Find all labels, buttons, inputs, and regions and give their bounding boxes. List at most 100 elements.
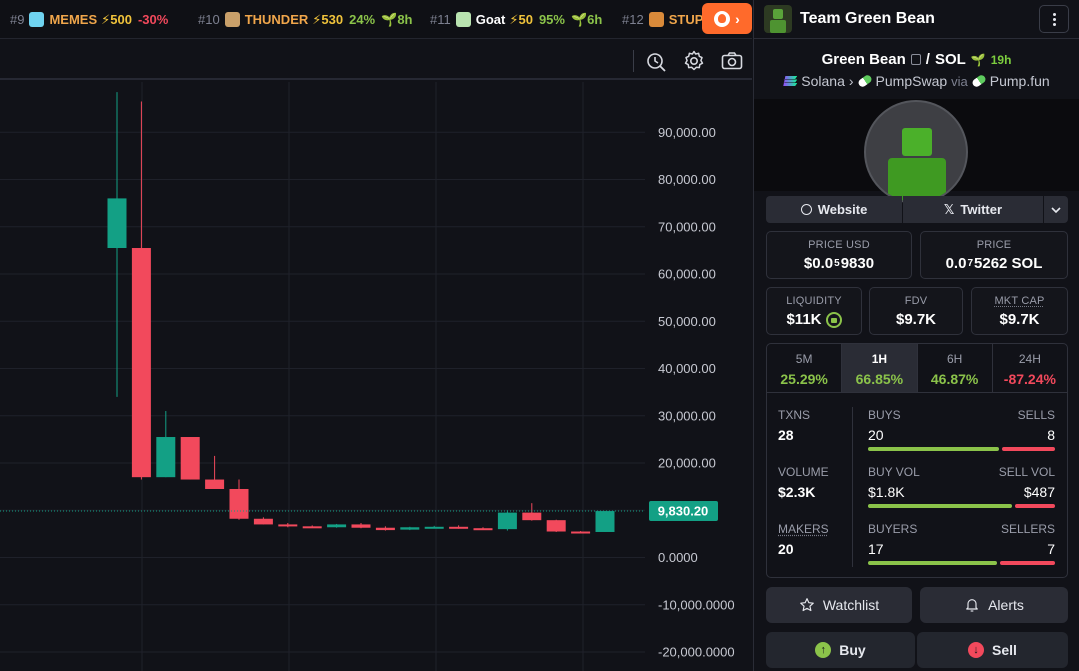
token-banner (754, 99, 1079, 204)
tab-change: 46.87% (930, 371, 979, 387)
bell-icon (966, 599, 978, 612)
chevron-right-icon: › (848, 73, 854, 89)
copy-icon[interactable] (910, 54, 921, 65)
more-options-button[interactable] (1039, 5, 1069, 33)
buys-label: BUYS (868, 408, 901, 422)
makers-stat: MAKERS 20 (778, 522, 829, 557)
tab-change: -87.24% (1003, 371, 1056, 387)
thunder-logo-icon (224, 12, 240, 27)
candle-body (595, 511, 615, 532)
price-chart[interactable]: 90,000.00 80,000.00 70,000.00 60,000.00 50,0… (0, 82, 752, 671)
price-tick-label: 30,000.00 (658, 408, 716, 423)
watchlist-button[interactable]: Watchlist (766, 587, 912, 623)
chevron-down-icon (1051, 206, 1061, 213)
ticker-age: 8h (397, 12, 413, 27)
chain-name[interactable]: Solana (801, 73, 845, 89)
ticker-change: 95% (538, 12, 565, 27)
ticker-item-memes[interactable]: #9 MEMES ⚡500 -30% (10, 0, 174, 38)
sell-vol-value: $487 (1023, 484, 1055, 500)
price-sol-zeros: 7 (967, 258, 974, 269)
lock-icon[interactable] (825, 311, 842, 328)
dex-name[interactable]: PumpSwap (876, 73, 948, 89)
trending-ticker: #9 MEMES ⚡500 -30% #10 THUNDER ⚡530 24% … (0, 0, 752, 39)
dot-icon (1052, 17, 1056, 21)
candle-body (156, 437, 176, 478)
sell-bar (1000, 561, 1055, 565)
sell-bar (1015, 504, 1055, 508)
dot-icon (1052, 12, 1056, 16)
sprout-icon: 🌱 (381, 11, 398, 27)
price-tick-label: 60,000.00 (658, 267, 716, 282)
sprout-icon: 🌱 (970, 52, 986, 67)
ticker-item-goat[interactable]: #11 Goat ⚡50 95% 🌱 6h (430, 0, 602, 38)
volume-bar (868, 504, 1055, 508)
ticker-name: MEMES (49, 12, 98, 27)
candle-body (180, 437, 200, 480)
candle-body (546, 520, 566, 532)
volume-label: VOLUME (778, 465, 829, 479)
pair-route: Solana › PumpSwap via Pump.fun (754, 73, 1079, 89)
ticker-rank: #11 (430, 12, 451, 27)
toolbar-divider (633, 50, 634, 72)
hot-pairs-button[interactable]: › (702, 3, 752, 34)
buyers-sellers-stat: BUYERS SELLERS 17 7 (868, 522, 1055, 565)
candle-body (327, 524, 347, 528)
chevron-right-icon: › (735, 10, 740, 27)
price-tick-label: 80,000.00 (658, 172, 716, 187)
watchlist-label: Watchlist (822, 597, 880, 613)
ticker-item-stup[interactable]: #12 STUP (622, 0, 707, 38)
sells-value: 8 (1047, 427, 1055, 443)
tab-6h[interactable]: 6H 46.87% (918, 344, 993, 392)
camera-icon[interactable] (720, 49, 744, 73)
sell-vol-label: SELL VOL (998, 465, 1055, 479)
price-usd-prefix: $0.0 (803, 255, 834, 272)
indicator-icon[interactable] (644, 49, 668, 73)
price-tick-label: 90,000.00 (658, 125, 716, 140)
price-axis: 90,000.00 80,000.00 70,000.00 60,000.00 50,0… (658, 125, 735, 660)
ticker-name: STUP (668, 12, 704, 27)
price-usd-digits: 9830 (840, 255, 875, 272)
avatar (764, 5, 792, 33)
candle-body (229, 488, 249, 519)
tab-change: 25.29% (780, 371, 828, 387)
buy-button[interactable]: ↑ Buy (766, 632, 915, 668)
candle-body (571, 531, 591, 534)
volume-stat: VOLUME $2.3K (778, 465, 829, 500)
ticker-name: THUNDER (244, 12, 309, 27)
buy-sell-volume-stat: BUY VOL SELL VOL $1.8K $487 (868, 465, 1055, 508)
price-usd-box: PRICE USD $0.0 5 9830 (766, 231, 912, 279)
star-icon (800, 598, 814, 612)
sell-button[interactable]: ↓ Sell (917, 632, 1068, 668)
twitter-label: Twitter (960, 202, 1003, 217)
candle-body (473, 528, 493, 531)
price-usd-value: $0.0 5 9830 (767, 255, 911, 272)
token-panel: Team Green Bean Green Bean / SOL 🌱 19h S… (753, 0, 1079, 671)
ticker-boost: ⚡500 (101, 11, 132, 27)
alerts-button[interactable]: Alerts (920, 587, 1068, 623)
tab-5m[interactable]: 5M 25.29% (767, 344, 843, 392)
tab-1h[interactable]: 1H 66.85% (842, 344, 918, 392)
price-tick-label: 70,000.00 (658, 219, 716, 234)
candle-body (131, 248, 151, 478)
ticker-change: 24% (349, 12, 376, 27)
launchpad-name[interactable]: Pump.fun (990, 73, 1050, 89)
candle-body (375, 527, 395, 531)
token-image (864, 100, 968, 204)
tab-24h[interactable]: 24H -87.24% (993, 344, 1067, 392)
price-tick-label: -20,000.0000 (658, 645, 735, 660)
ticker-item-thunder[interactable]: #10 THUNDER ⚡530 24% 🌱 8h (198, 0, 413, 38)
sellers-label: SELLERS (1000, 522, 1055, 536)
website-button[interactable]: Website (766, 196, 902, 223)
buy-bar (868, 561, 997, 565)
token-character-head (902, 128, 932, 156)
gear-icon[interactable] (682, 49, 706, 73)
more-links-button[interactable] (1044, 196, 1068, 223)
candle-body (253, 518, 273, 525)
buy-vol-value: $1.8K (868, 484, 905, 500)
pair-age: 19h (990, 52, 1012, 67)
twitter-button[interactable]: 𝕏 Twitter (903, 196, 1043, 223)
mkt-cap-value: $9.7K (999, 311, 1040, 328)
candle-body (424, 526, 444, 529)
buys-value: 20 (868, 427, 884, 443)
transaction-stats: TXNS 28 BUYS SELLS 20 8 VOLUME $2.3K BUY V… (766, 392, 1068, 578)
